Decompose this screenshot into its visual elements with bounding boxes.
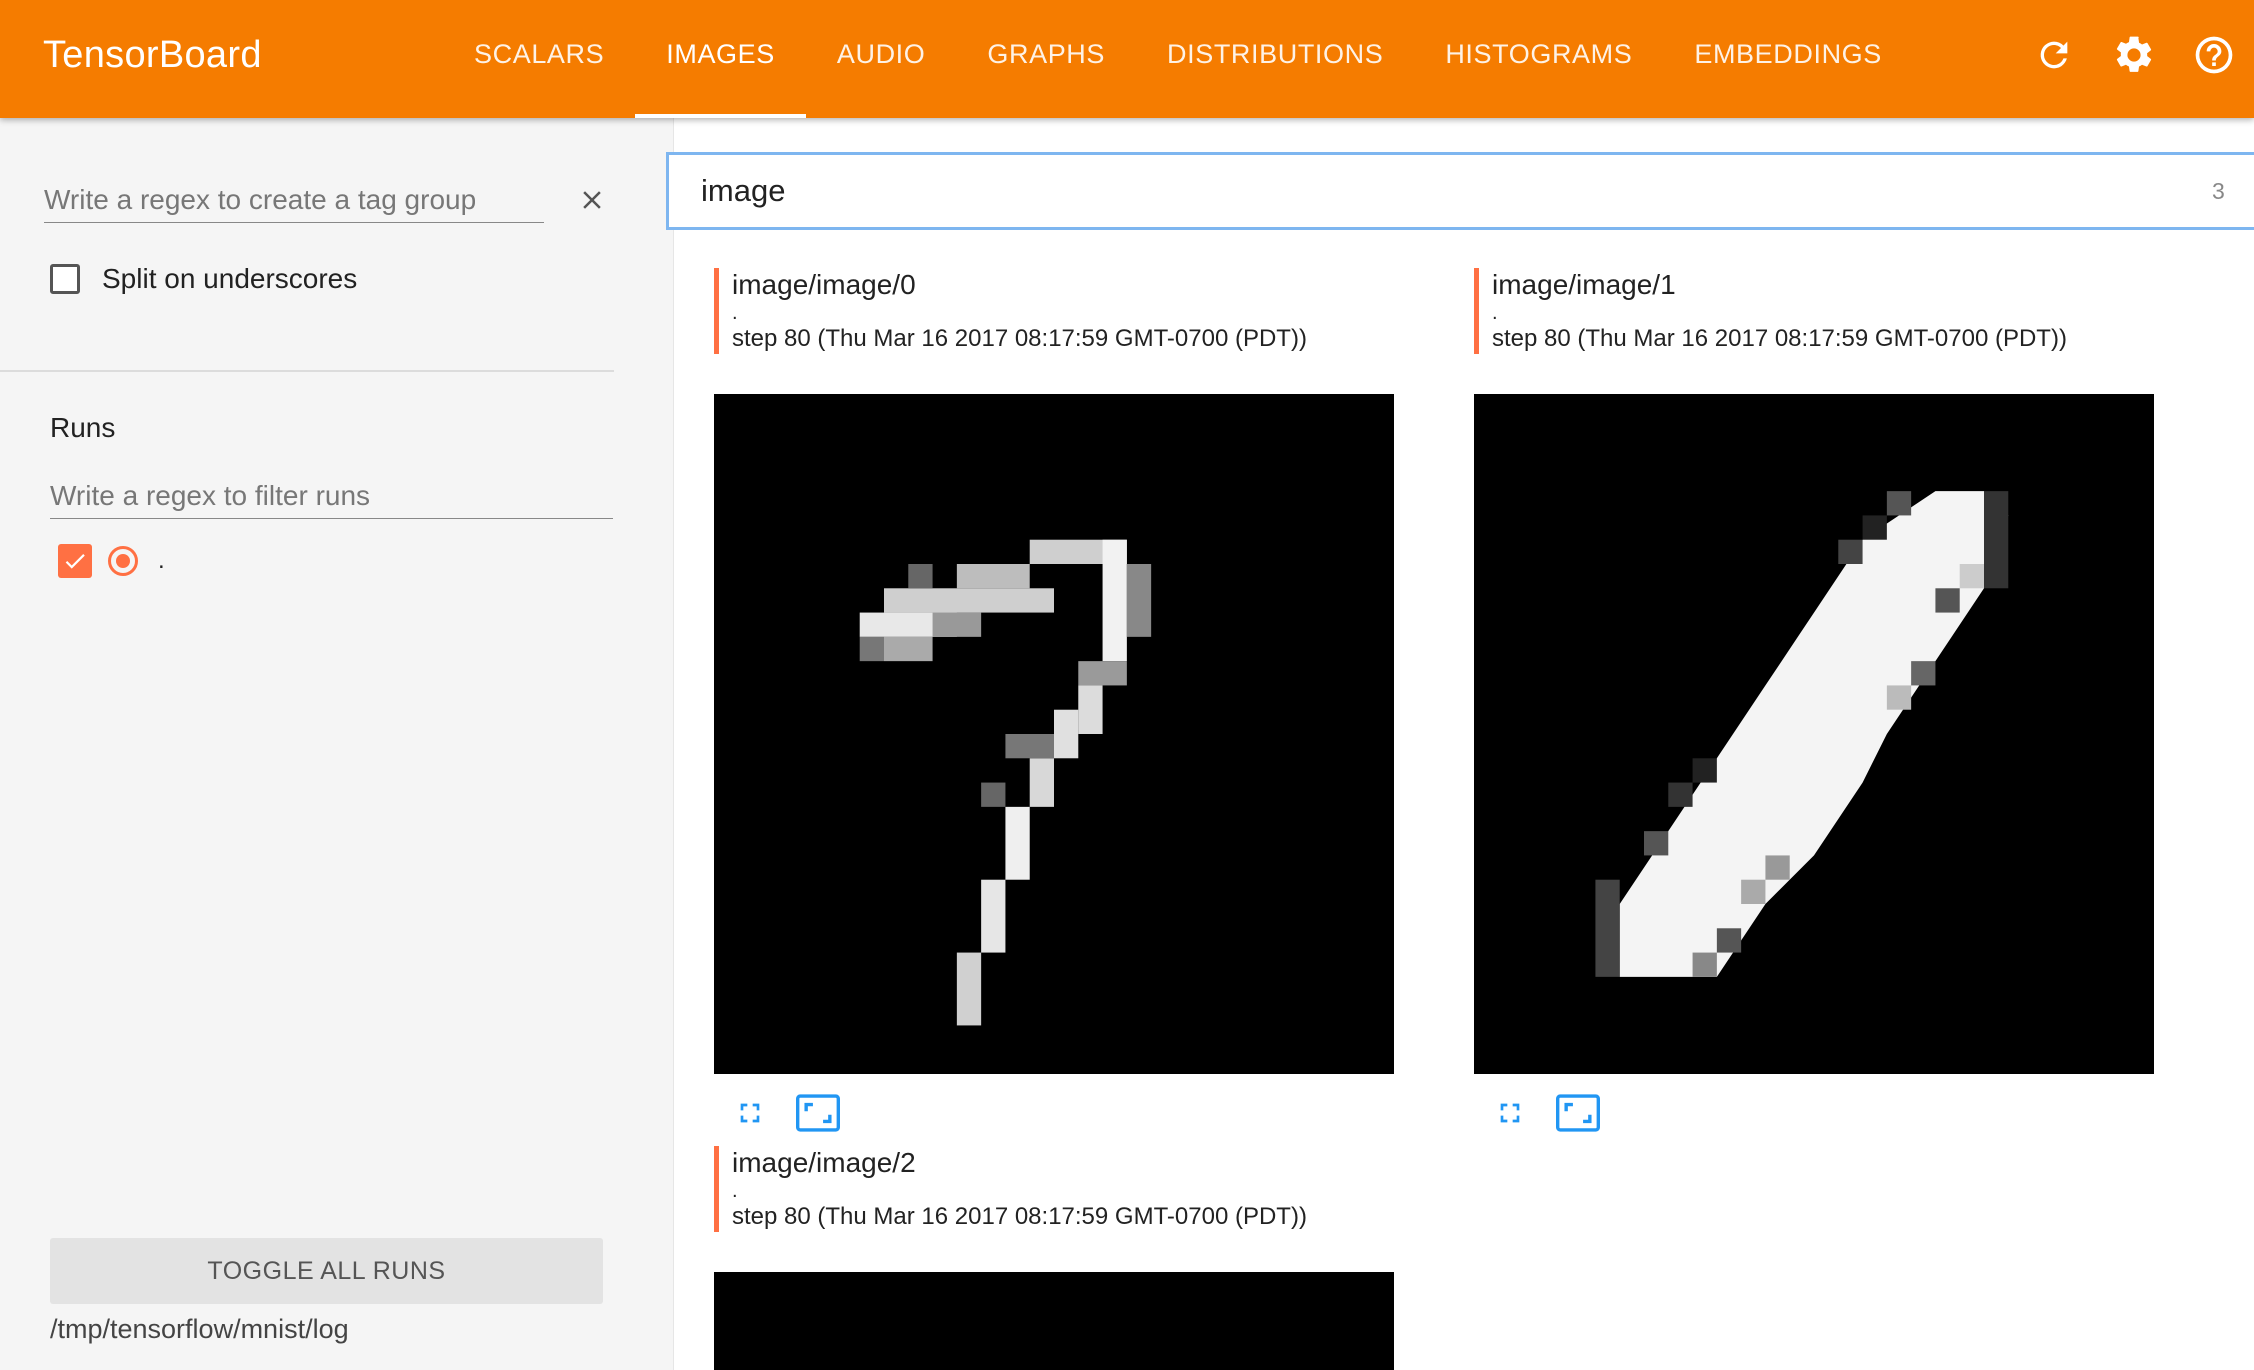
toggle-all-runs-button[interactable]: TOGGLE ALL RUNS [50, 1238, 603, 1304]
split-on-underscores-label: Split on underscores [102, 263, 358, 294]
step-info: step 80 (Thu Mar 16 2017 08:17:59 GMT-07… [732, 325, 1307, 352]
card-title: image/image/1 [1492, 269, 1676, 300]
run-radio[interactable] [108, 546, 138, 576]
image-actions [714, 1074, 1394, 1134]
actual-size-icon[interactable] [794, 1092, 842, 1134]
tab-distributions[interactable]: DISTRIBUTIONS [1136, 0, 1414, 118]
reload-icon[interactable] [2014, 15, 2094, 95]
top-app-bar: TensorBoard SCALARS IMAGES AUDIO GRAPHS … [0, 0, 2254, 118]
step-info: step 80 (Thu Mar 16 2017 08:17:59 GMT-07… [1492, 325, 2067, 352]
card-header: image/image/0 . step 80 (Thu Mar 16 2017… [714, 268, 1394, 394]
runs-title: Runs [50, 412, 116, 443]
tab-histograms[interactable]: HISTOGRAMS [1414, 0, 1663, 118]
tab-embeddings[interactable]: EMBEDDINGS [1663, 0, 1913, 118]
tab-images[interactable]: IMAGES [635, 0, 806, 118]
run-name: . [158, 547, 165, 574]
run-name: . [1492, 302, 1498, 324]
run-name: . [732, 1180, 738, 1202]
run-row: . [58, 544, 165, 578]
image-card: image/image/1 . step 80 (Thu Mar 16 2017… [1474, 268, 2154, 1134]
settings-icon[interactable] [2094, 15, 2174, 95]
fullscreen-icon[interactable] [1486, 1092, 1534, 1134]
checkbox-box[interactable] [50, 264, 80, 294]
image-digit-seven[interactable] [714, 394, 1394, 1074]
app-title: TensorBoard [43, 34, 262, 76]
log-dir: /tmp/tensorflow/mnist/log [50, 1314, 349, 1344]
card-title: image/image/2 [732, 1147, 916, 1178]
split-on-underscores-checkbox[interactable]: Split on underscores [50, 263, 357, 295]
runs-filter-input[interactable]: Write a regex to filter runs [50, 474, 613, 519]
tag-filter-input[interactable]: image 3 [666, 152, 2254, 230]
run-name: . [732, 302, 738, 324]
image-card: image/image/0 . step 80 (Thu Mar 16 2017… [714, 268, 1394, 1134]
step-info: step 80 (Thu Mar 16 2017 08:17:59 GMT-07… [732, 1203, 1307, 1230]
radio-dot [116, 554, 130, 568]
header-actions [2014, 0, 2254, 110]
tab-graphs[interactable]: GRAPHS [956, 0, 1136, 118]
tab-scalars[interactable]: SCALARS [443, 0, 635, 118]
tab-audio[interactable]: AUDIO [806, 0, 957, 118]
tag-group-input[interactable]: Write a regex to create a tag group [44, 178, 544, 223]
image-actions [1474, 1074, 2154, 1134]
help-icon[interactable] [2174, 15, 2254, 95]
card-title: image/image/0 [732, 269, 916, 300]
card-header: image/image/1 . step 80 (Thu Mar 16 2017… [1474, 268, 2154, 394]
match-count: 3 [2212, 178, 2225, 204]
card-header: image/image/2 . step 80 (Thu Mar 16 2017… [714, 1146, 1394, 1272]
image-card: image/image/2 . step 80 (Thu Mar 16 2017… [714, 1146, 1394, 1370]
fullscreen-icon[interactable] [726, 1092, 774, 1134]
image-preview[interactable] [714, 1272, 1394, 1370]
close-icon[interactable] [570, 178, 614, 222]
sidebar: Write a regex to create a tag group Spli… [0, 118, 674, 1370]
divider [0, 370, 614, 372]
check-icon [65, 554, 85, 569]
tag-filter-value[interactable]: image [701, 155, 785, 227]
image-digit-one[interactable] [1474, 394, 2154, 1074]
run-checkbox[interactable] [58, 544, 92, 578]
actual-size-icon[interactable] [1554, 1092, 1602, 1134]
dashboard-tabs: SCALARS IMAGES AUDIO GRAPHS DISTRIBUTION… [443, 0, 1913, 118]
